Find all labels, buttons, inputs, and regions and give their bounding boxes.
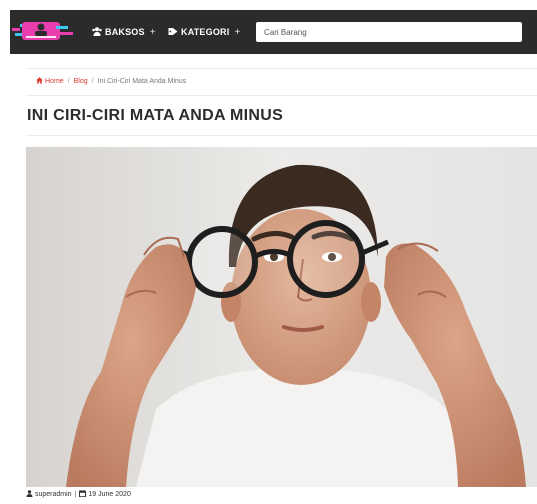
tag-icon (168, 25, 178, 41)
nav-baksos-toggle[interactable]: + (150, 27, 156, 38)
nav-kategori[interactable]: KATEGORI + (168, 24, 240, 40)
users-icon (92, 25, 102, 41)
breadcrumb-home-label: Home (45, 78, 64, 85)
nav-baksos-label: BAKSOS (105, 27, 145, 37)
title-divider (26, 135, 537, 136)
nav-baksos[interactable]: BAKSOS + (92, 24, 156, 40)
calendar-icon (79, 490, 87, 499)
search-input[interactable] (256, 22, 522, 42)
breadcrumb-separator: / (91, 78, 94, 85)
page: BAKSOS+ KATEGORI+ Home/Blog/Ini Ciri-Cir… (0, 0, 537, 504)
nav-kategori-toggle[interactable]: + (234, 27, 240, 38)
article-image (26, 147, 537, 487)
logo-graphic (12, 22, 73, 40)
breadcrumb-current: Ini Ciri-Ciri Mata Anda Minus (97, 78, 187, 85)
breadcrumb-separator: / (67, 78, 70, 85)
article-author: superadmin (35, 491, 72, 498)
meta-separator: | (74, 491, 77, 498)
article-title: INI CIRI-CIRI MATA ANDA MINUS (27, 107, 284, 124)
top-navbar: BAKSOS + KATEGORI + (10, 10, 537, 54)
breadcrumb-blog[interactable]: Blog (74, 78, 88, 85)
breadcrumb: Home / Blog / Ini Ciri-Ciri Mata Anda Minus (36, 77, 186, 86)
breadcrumb-home[interactable]: Home (36, 77, 64, 86)
user-icon (26, 490, 33, 499)
article-date: 19 June 2020 (88, 491, 131, 498)
article-meta: superadmin | 19 June 2020 (26, 490, 131, 499)
nav-kategori-label: KATEGORI (181, 27, 230, 37)
home-icon (36, 77, 43, 86)
breadcrumb-container: Home / Blog / Ini Ciri-Ciri Mata Anda Minus (26, 68, 537, 96)
site-logo[interactable] (12, 19, 74, 43)
man-holding-glasses-illustration (26, 147, 537, 487)
